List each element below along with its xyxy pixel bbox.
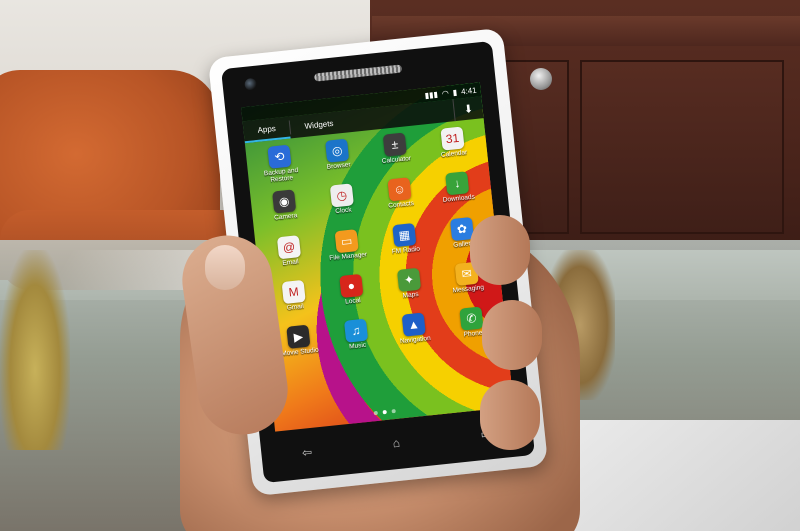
app-label: Movie Studio (280, 347, 320, 358)
app-label: Calculator (381, 155, 412, 166)
play-store-icon: ⬇ (463, 102, 474, 116)
app-label: Contacts (388, 200, 415, 210)
app-label: Local (344, 297, 362, 306)
app-label: Clock (335, 206, 352, 216)
app-label: Maps (402, 290, 419, 300)
app-label: FM Radio (391, 245, 421, 256)
camera-icon: ◉ (272, 189, 297, 214)
email-icon: @ (276, 234, 302, 259)
app-clock[interactable]: ◷ Clock (312, 182, 374, 231)
contacts-icon: ☺ (387, 177, 412, 202)
movie-studio-icon: ▶ (286, 324, 311, 350)
calculator-icon: ± (382, 132, 407, 157)
home-icon[interactable]: ⌂ (392, 436, 401, 451)
plant-reflection (0, 250, 70, 450)
app-label: File Manager (329, 250, 368, 262)
app-label: Camera (273, 212, 298, 222)
app-label: Browser (326, 161, 351, 171)
app-maps[interactable]: ✦ Maps (379, 266, 441, 315)
app-label: Downloads (442, 193, 476, 205)
page-dot (373, 410, 378, 416)
globe-icon: ◎ (325, 138, 350, 163)
navigation-icon: ▲ (401, 312, 426, 338)
maps-icon: ✦ (396, 267, 422, 292)
cabinet-knob (530, 68, 552, 90)
clock-icon: ◷ (329, 183, 354, 208)
app-grid: ⟲ Backup and Restore ◎ Browser ± Calculator 31… (249, 125, 508, 418)
earpiece-speaker (313, 64, 403, 82)
signal-icon: ▮▮▮ (424, 89, 439, 100)
app-label: Navigation (399, 335, 432, 346)
music-icon: ♫ (344, 318, 369, 344)
gmail-icon: M (281, 279, 306, 305)
map-pin-icon: ● (339, 273, 364, 298)
front-camera-icon (244, 77, 258, 91)
page-indicator (373, 408, 396, 416)
app-label: Music (348, 342, 367, 351)
app-contacts[interactable]: ☺ Contacts (370, 176, 432, 225)
app-label: Phone (463, 329, 483, 339)
thumbnail (205, 245, 245, 290)
page-dot (391, 408, 396, 414)
finger-2 (482, 300, 542, 370)
app-calculator[interactable]: ± Calculator (365, 131, 427, 180)
cabinet-door-right (580, 60, 784, 234)
magazine-on-table (547, 420, 800, 531)
app-navigation[interactable]: ▲ Navigation (384, 311, 446, 360)
phone-icon: ✆ (459, 306, 484, 331)
finger-1 (470, 215, 530, 285)
app-backup-and-restore[interactable]: ⟲ Backup and Restore (249, 143, 311, 192)
wifi-icon: ◠ (441, 88, 450, 98)
app-music[interactable]: ♫ Music (326, 317, 388, 366)
play-store-button[interactable]: ⬇ (452, 96, 484, 122)
app-calendar[interactable]: 31 Calendar (423, 125, 485, 174)
app-label: Email (282, 257, 299, 267)
radio-icon: ▦ (392, 222, 417, 247)
back-icon[interactable]: ⇦ (301, 445, 312, 460)
tab-apps[interactable]: Apps (242, 116, 291, 144)
app-file-manager[interactable]: ▭ File Manager (317, 227, 379, 276)
tab-widgets[interactable]: Widgets (290, 111, 349, 139)
app-fm-radio[interactable]: ▦ FM Radio (374, 221, 436, 270)
app-camera[interactable]: ◉ Camera (254, 188, 316, 237)
page-dot (382, 409, 387, 415)
app-local[interactable]: ● Local (321, 272, 383, 321)
app-label: Calendar (440, 149, 468, 159)
app-browser[interactable]: ◎ Browser (307, 137, 369, 186)
backup-icon: ⟲ (267, 144, 292, 169)
app-downloads[interactable]: ↓ Downloads (427, 170, 489, 219)
app-label: Messaging (452, 284, 485, 295)
downloads-icon: ↓ (445, 171, 470, 196)
finger-3 (480, 380, 540, 450)
battery-icon: ▮ (452, 87, 458, 97)
app-label: Gmail (286, 303, 305, 312)
calendar-icon: 31 (440, 126, 465, 151)
folder-icon: ▭ (334, 228, 359, 253)
photo-scene: ▮▮▮ ◠ ▮ 4:41 Apps Widgets ⬇ ⟲ Backup and … (0, 0, 800, 531)
status-time: 4:41 (460, 85, 478, 96)
app-label: Backup and Restore (263, 166, 299, 184)
